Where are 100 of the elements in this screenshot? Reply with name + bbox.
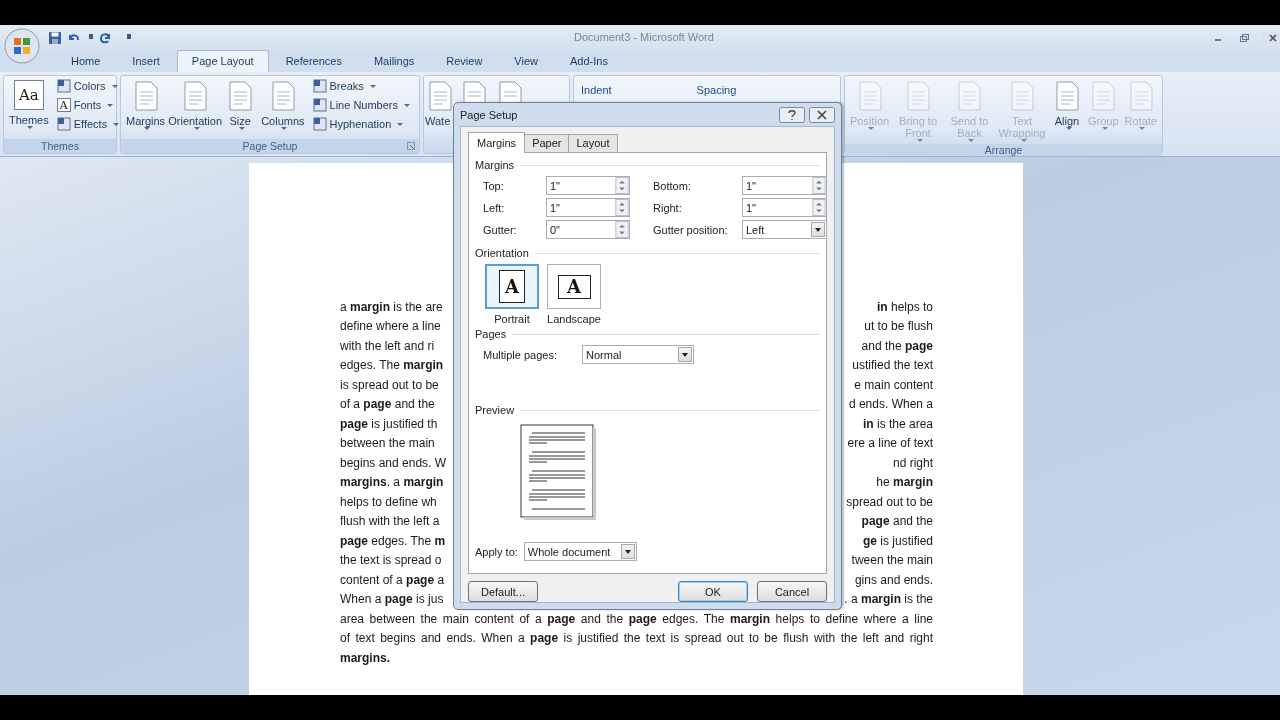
ribbon-tab[interactable]: Add-Ins: [555, 50, 623, 72]
ribbon-button[interactable]: Hyphenation: [310, 116, 412, 132]
body-text: ustified the text: [852, 358, 933, 373]
ribbon-tab[interactable]: Home: [56, 50, 116, 72]
ribbon-button[interactable]: Aa Themes: [7, 78, 51, 131]
body-text: When a page is jus: [340, 592, 444, 607]
save-icon[interactable]: [48, 30, 62, 45]
spinner-icon[interactable]: [615, 177, 629, 194]
ribbon-tab[interactable]: Review: [431, 50, 498, 72]
ribbon-button[interactable]: Breaks: [310, 78, 412, 94]
body-text: d ends. When a: [848, 397, 933, 412]
ribbon-tab[interactable]: Page Layout: [176, 50, 269, 72]
dialog-tab[interactable]: Paper: [524, 134, 570, 152]
spin-field[interactable]: 1": [546, 198, 630, 217]
body-text: e main content: [854, 377, 933, 392]
body-text: ut to be flush: [864, 319, 933, 334]
body-text: page edges. The m: [340, 533, 446, 548]
body-text: is spread out to be: [340, 377, 439, 392]
dialog-button[interactable]: Default...: [468, 581, 538, 602]
group-heading: Spacing: [696, 84, 737, 96]
square-icon: [312, 79, 327, 93]
ribbon-button[interactable]: Size: [223, 78, 258, 132]
ribbon-button[interactable]: Columns: [259, 78, 307, 132]
field-label: Gutter position:: [652, 223, 729, 236]
body-text: between the main: [340, 436, 435, 451]
group-label: Themes: [41, 140, 79, 152]
theme-icon: Aa: [13, 80, 44, 110]
field-label: Multiple pages:: [483, 348, 558, 361]
body-text: ere a line of text: [847, 436, 933, 451]
section-heading: Preview: [475, 404, 515, 416]
close-icon[interactable]: [1262, 31, 1280, 44]
body-text: ge is justified: [862, 533, 933, 548]
dialog-title: Page Setup: [460, 108, 518, 121]
group-heading: Indent: [581, 84, 612, 96]
spinner-icon[interactable]: [812, 199, 826, 216]
body-text: in is the area: [862, 416, 933, 431]
body-text: spread out to be: [846, 494, 933, 509]
window-title: Document3 - Microsoft Word: [574, 31, 714, 43]
orientation-label: Portrait: [494, 313, 530, 325]
close-icon[interactable]: [809, 106, 835, 123]
page-shape-option[interactable]: A: [485, 264, 539, 309]
dialog-tab[interactable]: Margins: [468, 132, 526, 153]
ribbon-button[interactable]: Align: [1050, 78, 1084, 132]
office-button[interactable]: [4, 28, 40, 64]
body-text: . a margin is the: [844, 592, 933, 607]
section-heading: Orientation: [475, 247, 529, 259]
square-icon: [312, 98, 327, 112]
body-text: flush with the left a: [340, 514, 440, 529]
ribbon-button[interactable]: Colors: [54, 78, 122, 94]
body-text: the text is spread o: [340, 553, 442, 568]
square-icon: [312, 117, 327, 131]
body-text: area between the main content of a page and the page edges. The margin helps to define where a line: [340, 611, 933, 626]
ribbon-button[interactable]: Wate: [425, 78, 455, 129]
spinner-icon[interactable]: [615, 199, 629, 216]
dropdown-field[interactable]: Whole document: [523, 542, 637, 561]
ribbon-tab[interactable]: Mailings: [358, 50, 430, 72]
body-text: tween the main: [851, 553, 933, 568]
field-label: Top:: [483, 179, 505, 192]
spin-field[interactable]: 0": [546, 220, 630, 239]
body-text: gins and ends.: [854, 572, 933, 587]
body-text: of a page and the: [340, 397, 435, 412]
field-label: Left:: [483, 201, 506, 214]
launcher-icon[interactable]: [407, 142, 415, 150]
ribbon-button[interactable]: A Fonts: [54, 97, 122, 113]
spin-field[interactable]: 1": [546, 176, 630, 195]
dropdown-field[interactable]: Normal: [582, 345, 694, 364]
body-text: helps to define wh: [340, 494, 437, 509]
help-icon[interactable]: [779, 106, 805, 123]
body-text: content of a page a: [340, 572, 445, 587]
ribbon-button[interactable]: Orientation: [169, 78, 222, 132]
field-label: Gutter:: [483, 223, 518, 236]
spinner-icon[interactable]: [615, 221, 629, 238]
body-text: of text begins and ends. When a page is justified the text is spread out to be flush with the left and right: [340, 631, 933, 646]
square-icon: [56, 79, 71, 93]
square-icon: [56, 117, 71, 131]
body-text: define where a line: [340, 319, 441, 334]
dialog-button[interactable]: OK: [678, 581, 748, 602]
field-label: Right:: [652, 201, 683, 214]
ribbon-tab[interactable]: View: [499, 50, 553, 72]
body-text: margins.: [340, 650, 390, 665]
body-text: page is justified th: [340, 416, 438, 431]
spinner-icon[interactable]: [812, 177, 826, 194]
ribbon-tab[interactable]: References: [270, 50, 357, 72]
dialog-tab[interactable]: Layout: [568, 134, 618, 152]
ribbon-button[interactable]: Margins: [124, 78, 168, 132]
dropdown-field[interactable]: Left: [742, 220, 827, 239]
dialog-button[interactable]: Cancel: [757, 581, 827, 602]
body-text: in helps to: [876, 299, 933, 314]
spin-field[interactable]: 1": [742, 198, 827, 217]
field-label: Bottom:: [652, 179, 692, 192]
section-heading: Pages: [475, 328, 507, 340]
redo-icon[interactable]: [98, 30, 112, 45]
spin-field[interactable]: 1": [742, 176, 827, 195]
page-shape-option[interactable]: A: [547, 264, 601, 309]
body-text: and the page: [861, 338, 933, 353]
orientation-label: Landscape: [547, 313, 601, 325]
ribbon-button[interactable]: Line Numbers: [310, 97, 412, 113]
ribbon-tab[interactable]: Insert: [117, 50, 175, 72]
group-label: Arrange: [984, 144, 1023, 156]
group-label: Page Setup: [242, 140, 298, 152]
